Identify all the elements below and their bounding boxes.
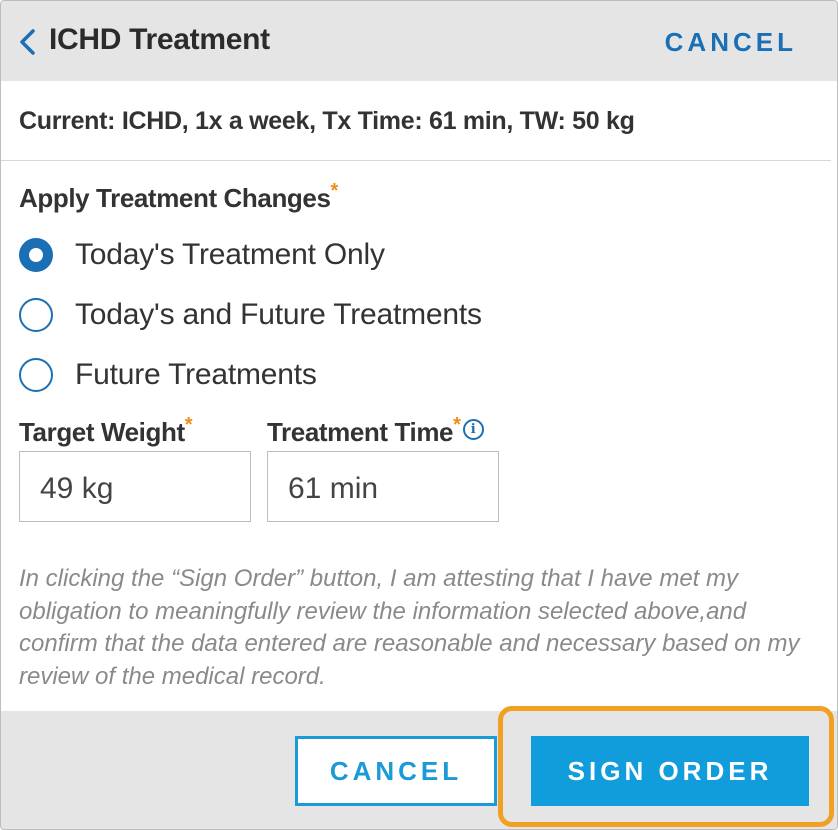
radio-button-selected[interactable] (19, 238, 53, 272)
radio-option-todays-only[interactable]: Today's Treatment Only (19, 235, 579, 275)
radio-label: Today's Treatment Only (75, 238, 385, 271)
footer-cancel-button[interactable]: CANCEL (295, 736, 497, 806)
divider (1, 160, 831, 161)
radio-label: Today's and Future Treatments (75, 298, 482, 331)
radio-option-todays-and-future[interactable]: Today's and Future Treatments (19, 295, 579, 335)
dialog-header: ICHD Treatment CANCEL (1, 1, 837, 81)
attestation-text: In clicking the “Sign Order” button, I a… (19, 565, 800, 690)
treatment-dialog: ICHD Treatment CANCEL Current: ICHD, 1x … (0, 0, 838, 830)
radio-button[interactable] (19, 298, 53, 332)
target-weight-label: Target Weight* (19, 414, 193, 447)
page-title: ICHD Treatment (49, 23, 270, 56)
treatment-time-input[interactable]: 61 min (267, 451, 499, 522)
treatment-time-label: Treatment Time* i (267, 414, 484, 448)
info-icon[interactable]: i (462, 419, 484, 440)
chevron-left-icon (20, 29, 35, 55)
required-marker: * (453, 414, 461, 436)
radio-option-future[interactable]: Future Treatments (19, 355, 579, 395)
sign-order-button[interactable]: SIGN ORDER (531, 736, 809, 806)
header-cancel-button[interactable]: CANCEL (665, 27, 797, 58)
apply-changes-label: Apply Treatment Changes* (19, 180, 339, 213)
current-treatment-summary: Current: ICHD, 1x a week, Tx Time: 61 mi… (19, 107, 635, 135)
required-marker: * (330, 180, 339, 202)
back-button[interactable] (15, 23, 43, 61)
radio-button[interactable] (19, 358, 53, 392)
radio-label: Future Treatments (75, 358, 317, 391)
required-marker: * (184, 414, 193, 436)
target-weight-input[interactable]: 49 kg (19, 451, 251, 522)
